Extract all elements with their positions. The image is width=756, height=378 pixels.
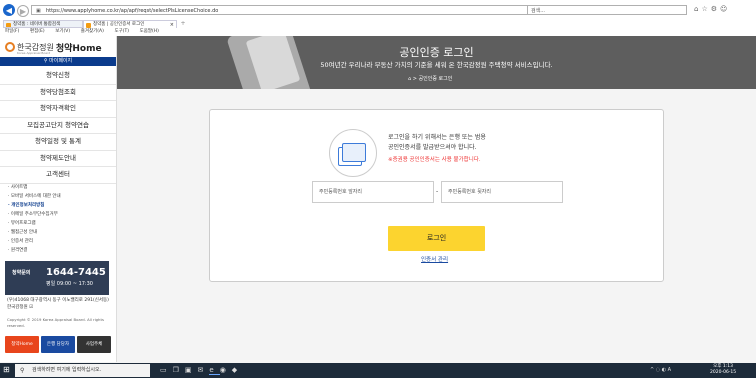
menu-tools[interactable]: 도구(T) <box>114 28 129 36</box>
copyright: Copyright © 2019 Korea Appraisal Board. … <box>7 317 104 328</box>
link-mobile[interactable]: · 모바일 서비스에 대한 안내 <box>8 192 116 201</box>
applyhome-button[interactable]: 청약Home <box>5 336 39 353</box>
page-subtitle: 50여년간 우리나라 부동산 가치의 기준을 세워 온 한국감정원 주택청약 서… <box>320 61 553 69</box>
login-instructions: 로그인을 하기 위해서는 은행 또는 범용 공인인증서를 발급받으셔야 합니다. <box>388 133 486 153</box>
bottom-buttons: 청약Home 은행 담당자 사업주체 <box>5 336 111 353</box>
taskbar-clock[interactable]: 오후 1:13 2020-06-15 <box>710 364 736 376</box>
link-cert-manage[interactable]: · 인증서 관리 <box>8 237 116 246</box>
tab-naver[interactable]: 청약홈 : 네이버 통합검색 <box>3 20 83 28</box>
page-title: 공인인증 로그인 <box>399 46 474 59</box>
link-privacy[interactable]: · 개인정보처리방침 <box>8 201 116 210</box>
menu-item-schedule[interactable]: 청약일정 및 통계 <box>0 134 116 151</box>
address-bar[interactable]: ▣ https://www.applyhome.co.kr/ap/apf/req… <box>31 5 553 15</box>
link-sitemap[interactable]: · 사이트맵 <box>8 183 116 192</box>
menu-item-support[interactable]: 고객센터 <box>0 167 116 184</box>
login-button[interactable]: 로그인 <box>388 226 485 251</box>
menu-item-practice[interactable]: 모집공고단지 청약연습 <box>0 118 116 134</box>
warning-text: ※증권용 공인인증서는 사용 불가합니다. <box>388 157 481 163</box>
mypage-button[interactable]: ⚲ 마이페이지 <box>0 57 116 66</box>
mypage-label: 마이페이지 <box>49 58 73 64</box>
search-icon: ⚲ <box>20 367 25 374</box>
menu-favorites[interactable]: 즐겨찾기(A) <box>81 28 104 36</box>
menu-view[interactable]: 보기(V) <box>55 28 70 36</box>
back-button[interactable]: ◀ <box>3 4 15 16</box>
call-label: 청약문의 <box>12 270 31 276</box>
menu-edit[interactable]: 편집(E) <box>30 28 45 36</box>
favicon-icon <box>6 22 11 27</box>
close-tab-icon[interactable]: × <box>170 21 174 28</box>
id-back-input[interactable]: 주민등록번호 뒷자리 <box>441 181 563 203</box>
browser-toolbar: ◀ ▶ ▣ https://www.applyhome.co.kr/ap/apf… <box>0 0 756 20</box>
menu-item-eligibility[interactable]: 청약자격확인 <box>0 101 116 118</box>
taskbar-search-placeholder: 검색하려면 여기에 입력하십시오. <box>32 367 102 373</box>
taskbar-apps[interactable]: ▭❐▣✉e◉◆ <box>160 366 243 375</box>
main-menu: 청약신청 청약당첨조회 청약자격확인 모집공고단지 청약연습 청약일정 및 통계… <box>0 68 116 184</box>
tab-strip: 청약홈 : 네이버 통합검색 청약홈 | 공인인증서 로그인 × + <box>0 20 756 28</box>
sidebar: 한국감정원 청약Home Korea Appraisal Board ⚲ 마이페… <box>0 36 117 362</box>
favicon-icon <box>86 22 91 28</box>
id-separator: - <box>436 188 439 195</box>
breadcrumb-current: 공인인증 로그인 <box>418 76 453 82</box>
call-hours: 평일 09:00 ~ 17:30 <box>46 281 93 287</box>
menu-file[interactable]: 파일(F) <box>5 28 19 36</box>
link-viewer[interactable]: · 뷰어프로그램 <box>8 219 116 228</box>
call-number: 1644-7445 <box>46 267 106 278</box>
certificate-front-shape <box>342 143 366 162</box>
home-icon[interactable]: ⌂ <box>408 76 411 82</box>
tab-applyhome[interactable]: 청약홈 | 공인인증서 로그인 × <box>83 20 177 28</box>
instruction-line-2: 공인인증서를 발급받으셔야 합니다. <box>388 144 477 151</box>
ie-taskbar-icon[interactable]: e <box>209 366 220 375</box>
logo-subtext: Korea Appraisal Board <box>17 51 51 55</box>
menu-help[interactable]: 도움말(H) <box>140 28 159 36</box>
address-text: https://www.applyhome.co.kr/ap/apf/reqst… <box>46 8 219 14</box>
taskbar-search[interactable]: ⚲ 검색하려면 여기에 입력하십시오. <box>15 364 150 377</box>
menu-item-result[interactable]: 청약당첨조회 <box>0 85 116 101</box>
taskbar: ⊞ ⚲ 검색하려면 여기에 입력하십시오. ▭❐▣✉e◉◆ ^ ◌ ◐ A 오후… <box>0 363 756 378</box>
logo-text-home: 청약Home <box>55 43 102 54</box>
instruction-line-1: 로그인을 하기 위해서는 은행 또는 범용 <box>388 134 486 141</box>
tab-label: 청약홈 | 공인인증서 로그인 <box>93 22 145 27</box>
id-front-input[interactable]: 주민등록번호 앞자리 <box>312 181 434 203</box>
call-center-box: 청약문의 1644-7445 평일 09:00 ~ 17:30 <box>5 261 109 295</box>
browser-search-input[interactable]: 검색... <box>527 5 687 15</box>
clock-date: 2020-06-15 <box>710 370 737 375</box>
forward-button[interactable]: ▶ <box>17 5 29 17</box>
business-button[interactable]: 사업주체 <box>77 336 111 353</box>
login-card: 로그인을 하기 위해서는 은행 또는 범용 공인인증서를 발급받으셔야 합니다.… <box>209 109 664 282</box>
browser-toolbar-icons[interactable]: ⌂☆⚙☺ <box>694 5 730 13</box>
postal-address: (우)41068 대구광역시 동구 이노밸리로 291(신서동) 한국감정원 ☑ <box>7 298 109 310</box>
tab-label: 청약홈 : 네이버 통합검색 <box>13 22 61 27</box>
bank-staff-button[interactable]: 은행 담당자 <box>41 336 75 353</box>
menu-item-guide[interactable]: 청약제도안내 <box>0 151 116 167</box>
menu-item-apply[interactable]: 청약신청 <box>0 68 116 85</box>
certificate-icon <box>329 129 377 177</box>
footer-links: · 사이트맵 · 모바일 서비스에 대한 안내 · 개인정보처리방침 · 이메일… <box>8 183 116 255</box>
hero-banner: 공인인증 로그인 50여년간 우리나라 부동산 가치의 기준을 세워 온 한국감… <box>117 36 756 89</box>
logo-icon <box>5 42 15 52</box>
windows-start-icon[interactable]: ⊞ <box>3 365 10 374</box>
link-accessibility[interactable]: · 웹접근성 안내 <box>8 228 116 237</box>
link-email[interactable]: · 이메일 주소무단수집거부 <box>8 210 116 219</box>
link-remote[interactable]: · 원격연결 <box>8 246 116 255</box>
system-tray-icons[interactable]: ^ ◌ ◐ A <box>650 367 671 373</box>
cert-manage-link[interactable]: 인증서 관리 <box>421 255 448 263</box>
breadcrumb: ⌂ > 공인인증 로그인 <box>408 76 453 82</box>
page-icon: ▣ <box>36 8 41 14</box>
new-tab-button[interactable]: + <box>179 20 187 28</box>
